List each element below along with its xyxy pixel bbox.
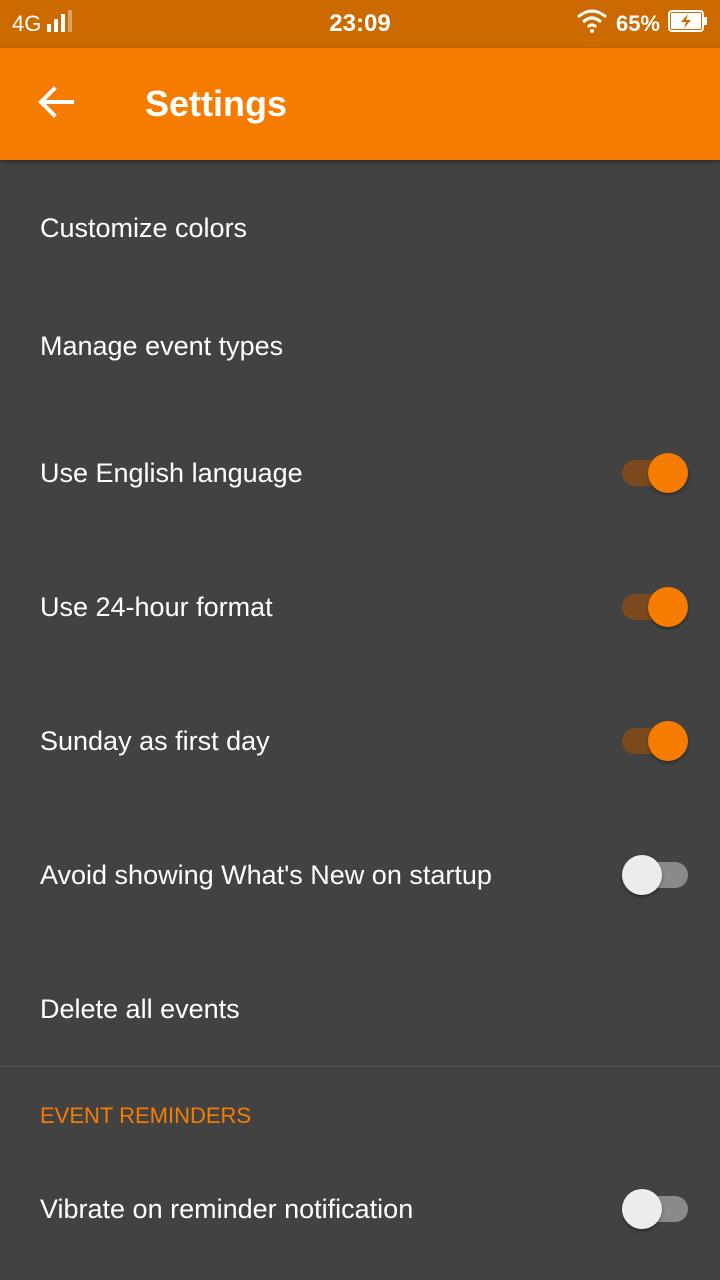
toggle-thumb <box>622 1189 662 1229</box>
avoid-whats-new-item[interactable]: Avoid showing What's New on startup <box>0 808 720 942</box>
app-bar: Settings <box>0 48 720 160</box>
use-english-label: Use English language <box>40 457 303 488</box>
manage-event-types-item[interactable]: Manage event types <box>0 284 720 408</box>
use-24-hour-item[interactable]: Use 24-hour format <box>0 540 720 674</box>
toggle-thumb <box>648 587 688 627</box>
page-title: Settings <box>145 83 288 124</box>
battery-level: 65% <box>615 11 660 36</box>
status-right: 65% <box>576 0 708 48</box>
delete-all-events-label: Delete all events <box>40 993 240 1024</box>
vibrate-reminder-label: Vibrate on reminder notification <box>40 1193 414 1224</box>
section-divider <box>0 1066 720 1067</box>
toggle-thumb <box>648 453 688 493</box>
avoid-whats-new-toggle[interactable] <box>622 855 688 895</box>
manage-event-types-label: Manage event types <box>40 330 284 361</box>
toggle-thumb <box>648 721 688 761</box>
sunday-first-item[interactable]: Sunday as first day <box>0 674 720 808</box>
use-24-hour-label: Use 24-hour format <box>40 591 273 622</box>
vibrate-reminder-toggle[interactable] <box>622 1189 688 1229</box>
battery-charging-icon <box>668 10 708 38</box>
sunday-first-label: Sunday as first day <box>40 725 270 756</box>
delete-all-events-item[interactable]: Delete all events <box>0 942 720 1076</box>
arrow-back-icon <box>38 85 74 123</box>
status-bar: 4G 23:09 65% <box>0 0 720 48</box>
use-english-toggle[interactable] <box>622 453 688 493</box>
use-english-item[interactable]: Use English language <box>0 406 720 540</box>
customize-colors-item[interactable]: Customize colors <box>0 160 720 296</box>
settings-list: Customize colors Manage event types Use … <box>0 160 720 1280</box>
wifi-icon <box>576 9 608 39</box>
customize-colors-label: Customize colors <box>40 212 248 243</box>
avoid-whats-new-label: Avoid showing What's New on startup <box>40 859 492 890</box>
event-reminders-header: EVENT REMINDERS <box>40 1103 252 1128</box>
vibrate-reminder-item[interactable]: Vibrate on reminder notification <box>0 1142 720 1276</box>
toggle-thumb <box>622 855 662 895</box>
sunday-first-toggle[interactable] <box>622 721 688 761</box>
back-button[interactable] <box>24 72 88 136</box>
use-24-hour-toggle[interactable] <box>622 587 688 627</box>
